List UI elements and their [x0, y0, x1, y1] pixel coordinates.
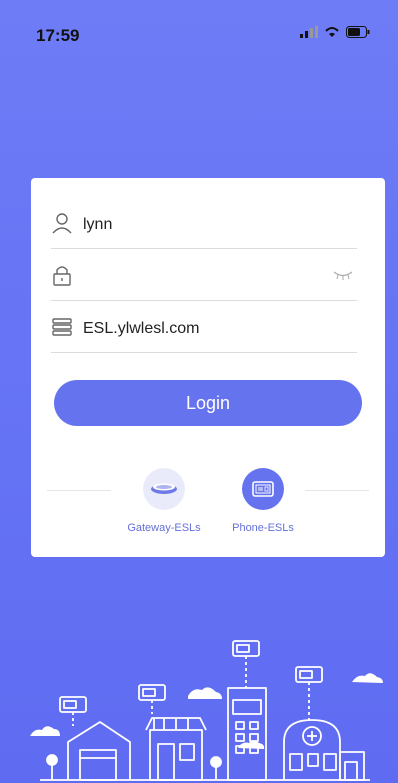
lock-icon — [53, 266, 71, 286]
phone-icon-circle — [242, 468, 284, 510]
divider-left — [47, 490, 111, 491]
server-value: ESL.ylwlesl.com — [83, 320, 200, 337]
gateway-icon — [151, 483, 177, 494]
divider-right — [305, 490, 369, 491]
city-illustration — [30, 640, 383, 781]
server-field[interactable]: ESL.ylwlesl.com — [51, 300, 357, 353]
password-field[interactable] — [51, 248, 357, 301]
login-card: lynn ESL.ylwlesl.com Login Gateway-ESLs … — [31, 178, 385, 557]
gateway-icon-circle — [143, 468, 185, 510]
gateway-esls-label: Gateway-ESLs — [127, 522, 201, 534]
signal-icon — [300, 26, 318, 38]
phone-esls-label: Phone-ESLs — [232, 522, 294, 534]
server-icon — [52, 318, 72, 336]
phone-esls-option[interactable]: Phone-ESLs — [218, 468, 308, 534]
username-field[interactable]: lynn — [51, 196, 357, 249]
gateway-esls-option[interactable]: Gateway-ESLs — [119, 468, 209, 534]
esl-tag-icon — [252, 481, 274, 497]
wifi-icon — [325, 27, 339, 37]
battery-icon — [346, 26, 370, 38]
eye-closed-icon[interactable] — [333, 270, 353, 280]
status-icons — [300, 26, 370, 38]
status-bar: 17:59 — [0, 0, 398, 60]
login-button[interactable]: Login — [54, 380, 362, 426]
user-icon — [52, 213, 72, 234]
username-value: lynn — [83, 216, 113, 233]
status-time: 17:59 — [36, 26, 80, 45]
